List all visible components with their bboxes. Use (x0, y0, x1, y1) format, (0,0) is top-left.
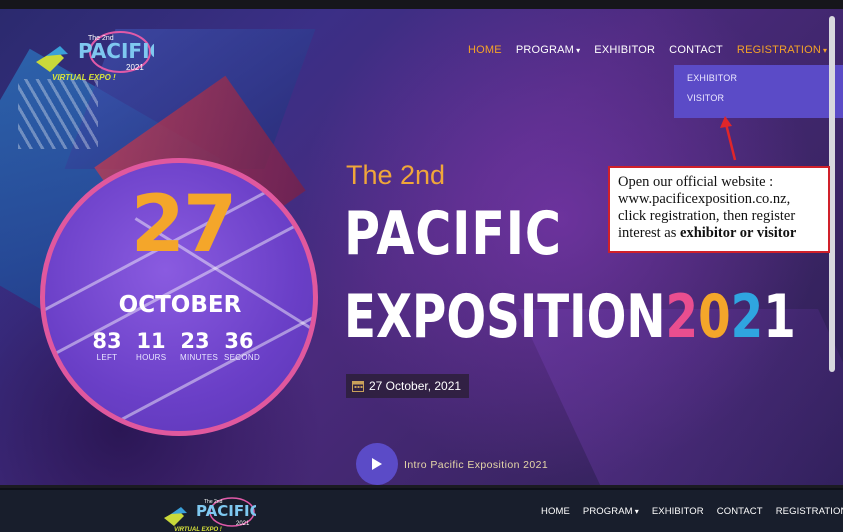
pacific-expo-logo[interactable]: The 2nd PACIFIC 2021 VIRTUAL EXPO ! (34, 28, 154, 88)
countdown-hours: 11 HOURS (136, 329, 167, 363)
year-digit: 2 (730, 282, 764, 352)
top-strip (0, 0, 843, 9)
sticky-nav-exhibitor[interactable]: EXHIBITOR (652, 506, 704, 517)
event-month: OCTOBER (118, 292, 242, 318)
date-badge: 27 October, 2021 (346, 374, 470, 398)
year-digit: 1 (763, 282, 796, 352)
sticky-nav-registration[interactable]: REGISTRATION▾ (776, 506, 843, 517)
nav-exhibitor[interactable]: EXHIBITOR (594, 44, 655, 56)
instruction-callout: Open our official website : www.pacifice… (608, 166, 830, 253)
red-arrow-icon (720, 116, 737, 161)
caret-down-icon: ▾ (823, 46, 828, 55)
hero-title-line1: PACIFIC (344, 199, 562, 269)
year-digit: 2 (665, 282, 699, 352)
event-date-label: 27 October, 2021 (369, 379, 462, 393)
registration-dropdown: EXHIBITOR VISITOR (674, 65, 843, 118)
nav-home[interactable]: HOME (468, 44, 502, 56)
caret-down-icon: ▾ (576, 46, 581, 55)
play-icon (372, 458, 382, 470)
pacific-expo-logo-small[interactable]: The 2nd PACIFIC 2021 VIRTUAL EXPO ! (162, 494, 256, 532)
sticky-nav-home[interactable]: HOME (541, 506, 570, 517)
calendar-icon (352, 381, 364, 392)
hero-subtitle: The 2nd (346, 160, 446, 190)
caret-down-icon: ▾ (634, 507, 639, 516)
countdown-seconds: 36 SECOND (224, 329, 261, 363)
svg-text:2021: 2021 (236, 521, 250, 527)
countdown-days: 83 LEFT (92, 329, 122, 363)
event-day: 27 (130, 180, 238, 270)
dropdown-item-exhibitor[interactable]: EXHIBITOR (687, 73, 830, 83)
hero-title-line2: EXPOSITION2021 (344, 282, 796, 352)
sticky-nav-program[interactable]: PROGRAM ▾ (583, 506, 639, 517)
svg-text:VIRTUAL EXPO !: VIRTUAL EXPO ! (52, 73, 116, 82)
sticky-nav-contact[interactable]: CONTACT (717, 506, 763, 517)
decor-stripes (18, 79, 98, 149)
year-digit: 0 (698, 282, 731, 352)
svg-text:PACIFIC: PACIFIC (78, 39, 154, 63)
svg-text:VIRTUAL EXPO !: VIRTUAL EXPO ! (174, 527, 222, 532)
main-nav: HOME PROGRAM ▾ EXHIBITOR CONTACT REGISTRA… (468, 36, 827, 64)
svg-text:2021: 2021 (126, 63, 144, 72)
countdown: 83 LEFT 11 HOURS 23 MINUTES 36 SECOND (92, 329, 261, 363)
play-video-button[interactable] (356, 443, 398, 485)
intro-video-label[interactable]: Intro Pacific Exposition 2021 (404, 459, 548, 471)
nav-program[interactable]: PROGRAM ▾ (516, 44, 580, 56)
nav-registration[interactable]: REGISTRATION ▾ (737, 44, 827, 56)
countdown-minutes: 23 MINUTES (180, 329, 219, 363)
dropdown-item-visitor[interactable]: VISITOR (687, 93, 830, 103)
nav-contact[interactable]: CONTACT (669, 44, 723, 56)
svg-text:PACIFIC: PACIFIC (196, 502, 256, 520)
sticky-nav: HOME PROGRAM ▾ EXHIBITOR CONTACT REGISTRA… (541, 506, 843, 517)
